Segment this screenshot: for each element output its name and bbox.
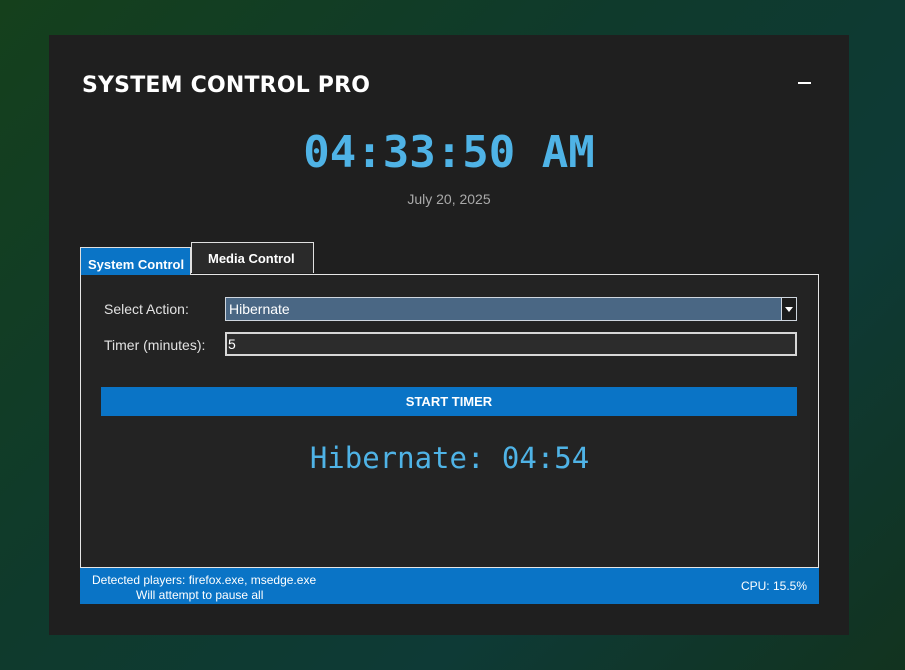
tab-system-control[interactable]: System Control xyxy=(80,247,191,275)
start-timer-button[interactable]: START TIMER xyxy=(101,387,797,416)
action-select-value: Hibernate xyxy=(229,301,290,317)
system-control-panel: Select Action: Hibernate Timer (minutes)… xyxy=(80,274,819,568)
clock-date: July 20, 2025 xyxy=(407,191,491,207)
app-title: SYSTEM CONTROL PRO xyxy=(82,73,371,98)
cpu-usage: CPU: 15.5% xyxy=(740,579,807,593)
chevron-down-icon xyxy=(785,307,793,312)
countdown-display: Hibernate: 04:54 xyxy=(309,441,590,475)
pause-info-text: Will attempt to pause all xyxy=(136,588,264,602)
detected-players-text: Detected players: firefox.exe, msedge.ex… xyxy=(92,573,317,587)
timer-label: Timer (minutes): xyxy=(104,337,206,353)
timer-minutes-input[interactable]: 5 xyxy=(225,332,797,356)
app-window: SYSTEM CONTROL PRO 04:33:50 AM July 20, … xyxy=(49,35,849,635)
tab-media-control[interactable]: Media Control xyxy=(191,242,314,273)
minimize-button[interactable] xyxy=(794,71,816,93)
clock-time: 04:33:50 AM xyxy=(303,127,595,178)
dropdown-arrow-button[interactable] xyxy=(781,298,796,320)
minimize-icon xyxy=(798,82,811,84)
status-bar: Detected players: firefox.exe, msedge.ex… xyxy=(80,568,819,604)
select-action-label: Select Action: xyxy=(104,301,189,317)
action-select[interactable]: Hibernate xyxy=(225,297,797,321)
